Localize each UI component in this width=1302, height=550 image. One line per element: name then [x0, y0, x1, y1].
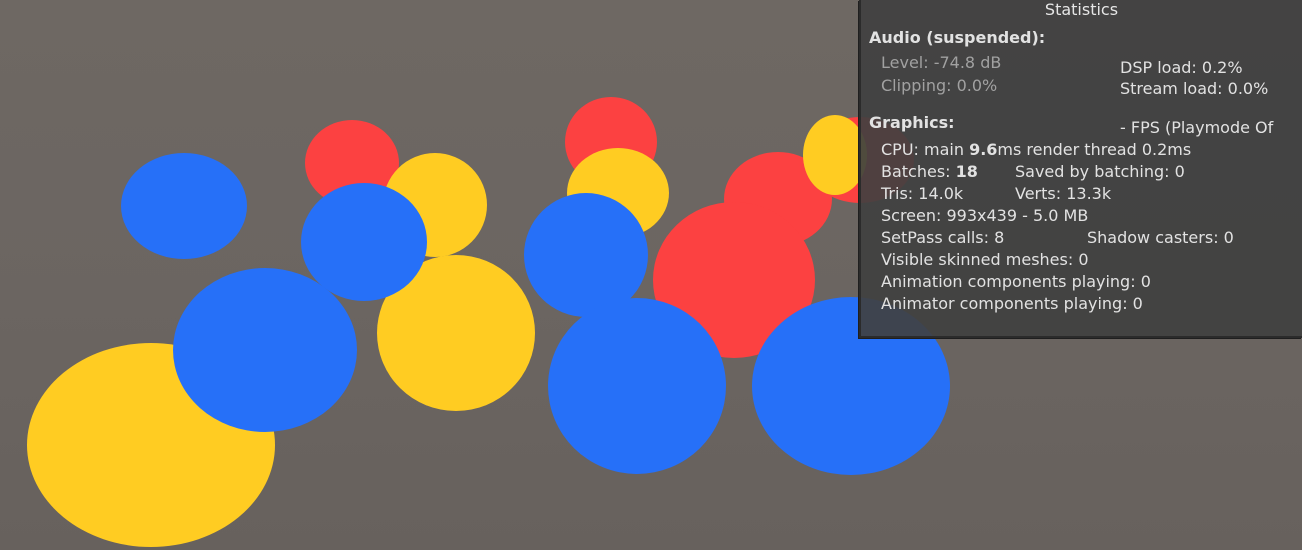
cpu-prefix: CPU: main: [881, 140, 970, 159]
batches-value: 18: [955, 162, 978, 181]
audio-level: Level: -74.8 dB: [881, 53, 1002, 72]
audio-heading: Audio (suspended):: [869, 28, 1046, 47]
statistics-panel: Statistics Audio (suspended): Level: -74…: [859, 0, 1302, 338]
graphics-heading: Graphics:: [869, 113, 955, 132]
setpass-calls: SetPass calls: 8: [881, 228, 1005, 247]
batches-label: Batches:: [881, 162, 956, 181]
audio-clipping: Clipping: 0.0%: [881, 76, 998, 95]
blue-sphere: [301, 183, 427, 301]
fps-readout: - FPS (Playmode Of: [1120, 118, 1274, 137]
shadow-casters: Shadow casters: 0: [1087, 228, 1234, 247]
yellow-sphere: [803, 115, 867, 195]
animation-components: Animation components playing: 0: [881, 272, 1151, 291]
visible-skinned-meshes: Visible skinned meshes: 0: [881, 250, 1089, 269]
saved-by-batching: Saved by batching: 0: [1015, 162, 1185, 181]
stream-load: Stream load: 0.0%: [1120, 79, 1269, 98]
cpu-main-value: 9.6: [969, 140, 998, 159]
screen-info: Screen: 993x439 - 5.0 MB: [881, 206, 1089, 225]
statistics-title: Statistics: [1044, 0, 1119, 19]
batches-line: Batches: 18: [881, 162, 978, 182]
verts-count: Verts: 13.3k: [1015, 184, 1112, 203]
blue-sphere: [173, 268, 357, 432]
cpu-suffix: ms render thread 0.2ms: [997, 140, 1192, 159]
blue-sphere: [121, 153, 247, 259]
animator-components: Animator components playing: 0: [881, 294, 1143, 313]
tris-count: Tris: 14.0k: [881, 184, 964, 203]
cpu-line: CPU: main 9.6ms render thread 0.2ms: [881, 140, 1191, 160]
dsp-load: DSP load: 0.2%: [1120, 58, 1243, 77]
blue-sphere: [548, 298, 726, 474]
